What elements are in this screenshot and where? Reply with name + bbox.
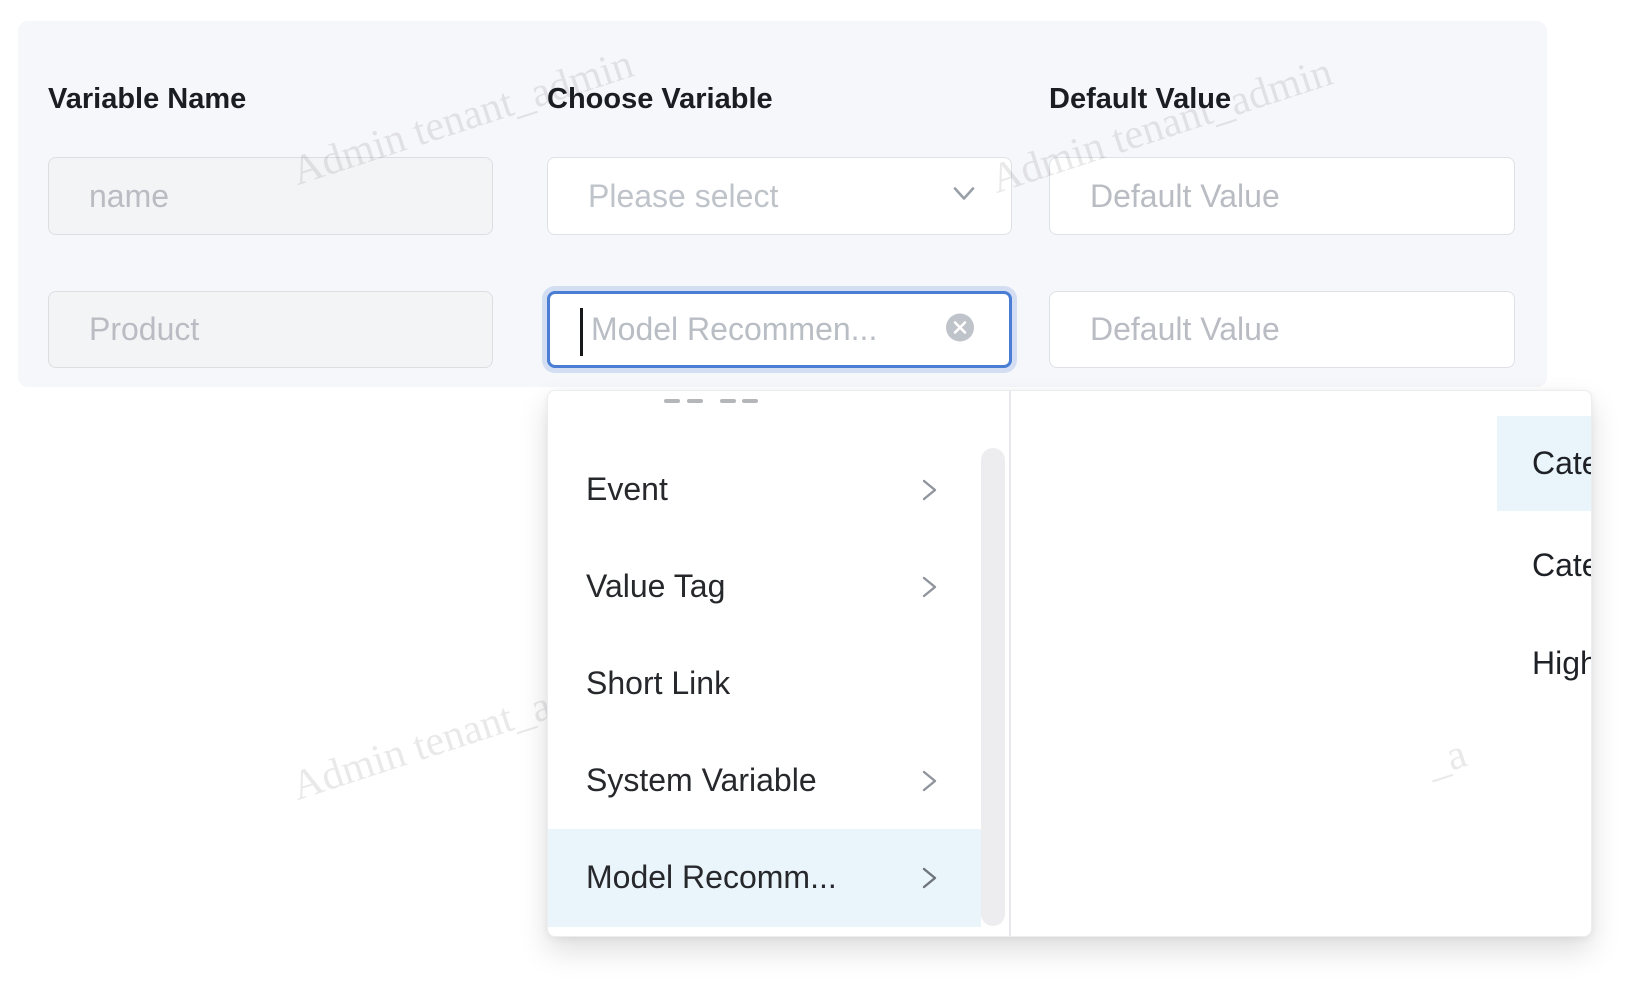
- default-value-input-row1[interactable]: [1049, 157, 1515, 235]
- cascader-menu-level2: Category_Relevant Category_TOP_CTR High_…: [1013, 391, 1591, 936]
- variable-name-input-row1-field[interactable]: [49, 158, 492, 234]
- choose-variable-select-row2[interactable]: Model Recommen...: [547, 291, 1012, 368]
- chevron-right-icon: [916, 768, 942, 794]
- menu-item-event[interactable]: Event: [548, 441, 981, 538]
- submenu-item-category-top-ctr[interactable]: Category_TOP_CTR: [1497, 518, 1592, 613]
- menu-item-short-link[interactable]: Short Link: [548, 635, 981, 732]
- clipped-menu-item: [548, 391, 981, 407]
- chevron-right-icon: [916, 865, 942, 891]
- menu-item-label: Event: [586, 441, 668, 538]
- menu-item-value-tag[interactable]: Value Tag: [548, 538, 981, 635]
- label-default-value: Default Value: [1049, 82, 1231, 116]
- default-value-input-row2[interactable]: [1049, 291, 1515, 368]
- scrollbar-thumb[interactable]: [981, 448, 1005, 926]
- menu-item-label: Value Tag: [586, 538, 725, 635]
- label-variable-name: Variable Name: [48, 82, 246, 116]
- cascader-dropdown: Event Value Tag Short Link System Variab…: [547, 390, 1592, 937]
- submenu-item-category-relevant[interactable]: Category_Relevant: [1497, 416, 1592, 511]
- default-value-input-row2-field[interactable]: [1050, 292, 1514, 367]
- chevron-right-icon: [916, 477, 942, 503]
- select-value: Model Recommen...: [591, 294, 877, 365]
- variable-name-input-row1[interactable]: [48, 157, 493, 235]
- menu-item-label: Short Link: [586, 635, 730, 732]
- chevron-down-icon: [949, 179, 979, 214]
- variable-name-input-row2[interactable]: [48, 291, 493, 368]
- label-choose-variable: Choose Variable: [547, 82, 773, 116]
- submenu-item-high-ctr[interactable]: High_CTR: [1497, 616, 1592, 711]
- submenu-item-label: Category_Relevant: [1532, 416, 1592, 511]
- submenu-item-label: Category_TOP_CTR: [1532, 518, 1592, 613]
- chevron-right-icon: [916, 574, 942, 600]
- menu-item-label: System Variable: [586, 732, 817, 829]
- text-cursor: [580, 308, 583, 356]
- menu-item-label: Model Recomm...: [586, 829, 837, 926]
- choose-variable-select-row1[interactable]: Please select: [547, 157, 1012, 235]
- cascader-menu-level1: Event Value Tag Short Link System Variab…: [548, 391, 1011, 936]
- menu-item-model-recommend[interactable]: Model Recomm...: [548, 829, 981, 927]
- default-value-input-row1-field[interactable]: [1050, 158, 1514, 234]
- select-placeholder: Please select: [588, 158, 778, 234]
- clear-icon[interactable]: [945, 312, 975, 347]
- variable-name-input-row2-field[interactable]: [49, 292, 492, 367]
- menu-item-system-variable[interactable]: System Variable: [548, 732, 981, 829]
- submenu-item-label: High_CTR: [1532, 616, 1592, 711]
